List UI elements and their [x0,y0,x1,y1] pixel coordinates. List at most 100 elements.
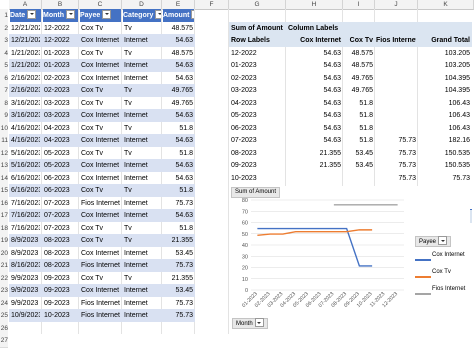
table-cell[interactable]: Cox Internet [81,247,120,260]
table-cell[interactable]: 54.63 [164,209,193,222]
pivot-cell[interactable]: 182.16 [420,134,470,147]
pivot-cell[interactable]: 51.8 [345,109,373,122]
table-cell[interactable]: Fios Internet [81,259,120,272]
payee-legend-filter[interactable]: Payee [415,236,452,247]
pivot-cell[interactable]: 54.63 [288,122,341,135]
table-cell[interactable]: Internet [124,284,160,297]
table-cell[interactable]: Cox Internet [81,109,120,122]
table-cell[interactable]: 7/16/2023 [11,209,40,222]
pivot-cell[interactable] [345,172,373,185]
pivot-cell[interactable]: 48.575 [345,47,373,60]
table-cell[interactable]: Cox Internet [81,34,120,47]
table-cell[interactable]: Cox Tv [81,22,120,35]
month-axis-filter[interactable]: Month [232,318,268,329]
legend-entry[interactable]: Cox Tv [432,269,451,275]
table-cell[interactable]: 75.73 [164,259,193,272]
table-cell[interactable]: 08-2023 [44,259,77,272]
table-cell[interactable]: 08-2023 [44,234,77,247]
table-cell[interactable]: 05-2023 [44,159,77,172]
table-cell[interactable]: 51.8 [164,122,193,135]
table-cell[interactable]: 12-2022 [44,22,77,35]
column-header-f[interactable]: F [195,0,229,10]
table-cell[interactable]: Internet [124,309,160,322]
table-cell[interactable]: 53.45 [164,247,193,260]
table-cell[interactable]: 75.73 [164,297,193,310]
table-cell[interactable]: Tv [124,97,160,110]
table-cell[interactable]: Tv [124,22,160,35]
table-cell[interactable]: Cox Tv [81,84,120,97]
pivot-cell[interactable]: 106.43 [420,122,470,135]
table-cell[interactable]: 9/9/2023 [11,272,40,285]
table-cell[interactable]: Internet [124,209,160,222]
table-cell[interactable]: Cox Tv [81,122,120,135]
pivot-cell[interactable]: 104.395 [420,84,470,97]
pivot-cell[interactable] [377,59,416,72]
table-cell[interactable]: Internet [124,259,160,272]
pivot-column-header[interactable]: Grand Total [419,34,470,47]
table-cell[interactable]: Tv [124,234,160,247]
table-cell[interactable]: Tv [124,122,160,135]
column-header-h[interactable]: H [286,0,343,10]
table-cell[interactable]: 21.355 [164,234,193,247]
filter-dropdown-icon[interactable] [66,9,75,19]
table-cell[interactable]: Fios Internet [81,297,120,310]
table-cell[interactable]: Cox Tv [81,222,120,235]
legend-entry[interactable]: Fios Internet [432,286,465,292]
table-cell[interactable]: Cox Internet [81,284,120,297]
table-cell[interactable]: Internet [124,247,160,260]
table-cell[interactable]: 01-2023 [44,47,77,60]
table-header-amount[interactable]: Amount [163,9,194,22]
table-cell[interactable]: 54.63 [164,159,193,172]
pivot-cell[interactable]: 106.43 [420,97,470,110]
pivot-cell[interactable]: 150.535 [420,147,470,160]
filter-dropdown-icon[interactable] [102,9,112,19]
table-cell[interactable]: 51.8 [164,184,193,197]
table-cell[interactable]: Cox Internet [81,59,120,72]
table-cell[interactable]: 49.765 [164,84,193,97]
table-cell[interactable]: Tv [124,147,160,160]
table-cell[interactable]: Tv [124,184,160,197]
table-cell[interactable]: 54.63 [164,172,193,185]
table-cell[interactable]: 09-2023 [44,297,77,310]
pivot-cell[interactable]: 01-2023 [231,59,284,72]
pivot-cell[interactable]: 75.73 [377,159,416,172]
table-cell[interactable]: 3/16/2023 [11,97,40,110]
table-cell[interactable]: 07-2023 [44,209,77,222]
table-cell[interactable]: 75.73 [164,197,193,210]
legend-entry[interactable]: Cox Internet [432,252,465,258]
table-cell[interactable]: Cox Internet [81,134,120,147]
table-cell[interactable]: 54.63 [164,134,193,147]
pivot-cell[interactable]: 54.63 [288,59,341,72]
table-cell[interactable]: 10-2023 [44,309,77,322]
table-cell[interactable]: 04-2023 [44,134,77,147]
pivot-cell[interactable]: 05-2023 [231,109,284,122]
table-cell[interactable]: Cox Tv [81,184,120,197]
table-cell[interactable]: 03-2023 [44,97,77,110]
table-cell[interactable]: 54.63 [164,72,193,85]
table-cell[interactable]: 08-2023 [44,247,77,260]
table-cell[interactable]: 1/21/2023 [11,59,40,72]
table-cell[interactable]: Cox Tv [81,272,120,285]
table-cell[interactable]: 53.45 [164,284,193,297]
pivot-cell[interactable]: 75.73 [420,172,470,185]
table-cell[interactable]: Internet [124,134,160,147]
table-cell[interactable]: 2/16/2023 [11,84,40,97]
pivot-cell[interactable] [377,109,416,122]
pivot-cell[interactable]: 12-2022 [231,47,284,60]
table-cell[interactable]: 8/9/2023 [11,234,40,247]
pivot-cell[interactable]: 54.63 [288,134,341,147]
pivot-cell[interactable]: 75.73 [377,134,416,147]
table-cell[interactable]: 07-2023 [44,197,77,210]
pivot-cell[interactable]: 106.43 [420,109,470,122]
table-cell[interactable]: Cox Tv [81,47,120,60]
pivot-cell[interactable]: 04-2023 [231,97,284,110]
pivot-cell[interactable]: 48.575 [345,59,373,72]
row-header[interactable]: 27 [0,334,8,348]
table-cell[interactable]: Internet [124,34,160,47]
table-cell[interactable]: 9/9/2023 [11,297,40,310]
pivot-cell[interactable]: 75.73 [377,172,416,185]
table-cell[interactable]: Cox Internet [81,172,120,185]
series-line-cox-tv[interactable] [257,229,373,237]
table-cell[interactable]: 10/9/2023 [11,309,40,322]
table-cell[interactable]: Internet [124,297,160,310]
